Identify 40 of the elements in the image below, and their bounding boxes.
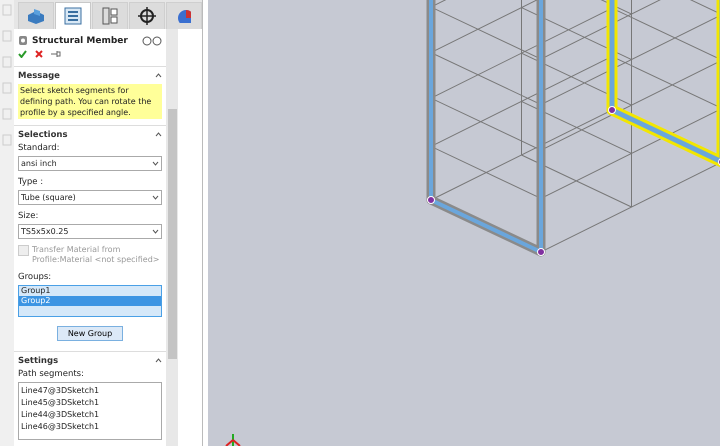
field-label: Type : (18, 177, 44, 187)
section-title: Message (18, 71, 60, 81)
crosshair-icon (138, 7, 156, 25)
field-label: Size: (18, 211, 40, 221)
dropdown-icon (152, 195, 159, 200)
scrollbar-thumb[interactable] (168, 109, 176, 359)
field-label: Path segments: (18, 369, 85, 379)
list-item[interactable]: Group1 (19, 286, 161, 296)
dropdown-field[interactable]: ansi inch (18, 156, 162, 171)
structural-member-icon (18, 35, 28, 46)
collapse-icon[interactable] (155, 132, 162, 137)
close-icon[interactable] (35, 50, 43, 58)
dropdown-icon (152, 161, 159, 166)
panel-tab[interactable] (129, 2, 165, 29)
part-icon (26, 7, 46, 25)
list-item[interactable]: Line45@3DSketch1 (21, 397, 159, 409)
list-item[interactable]: Line44@3DSketch1 (21, 409, 159, 421)
checkmark-icon[interactable] (18, 50, 27, 58)
section-title: Selections (18, 130, 68, 140)
list-icon (64, 7, 82, 25)
panel-tab[interactable] (92, 2, 128, 29)
panel-tab[interactable] (55, 2, 91, 29)
help-icon[interactable] (142, 36, 162, 46)
field-label: Standard: (18, 143, 61, 153)
panel-title: Structural Member (32, 36, 129, 46)
checkbox-label: Transfer Material from Profile:Material <not specified> (32, 245, 160, 265)
dropdown-icon (152, 229, 159, 234)
field-label: Groups: (18, 272, 52, 282)
tree-icon (101, 7, 119, 25)
dropdown-field[interactable]: Tube (square) (18, 190, 162, 205)
axis-triad-icon (225, 434, 241, 446)
new-group-button[interactable]: New Group (57, 326, 123, 341)
collapse-icon[interactable] (155, 73, 162, 78)
section-title: Settings (18, 356, 58, 366)
collapse-icon[interactable] (155, 358, 162, 363)
message-text: Select sketch segments for defining path. You can rotate the profile by a specified angle. (18, 84, 162, 119)
list-item[interactable]: Line47@3DSketch1 (21, 385, 159, 397)
list-item[interactable]: Line46@3DSketch1 (21, 421, 159, 433)
dropdown-field[interactable]: TS5x5x0.25 (18, 224, 162, 239)
pushpin-icon[interactable] (51, 50, 61, 58)
